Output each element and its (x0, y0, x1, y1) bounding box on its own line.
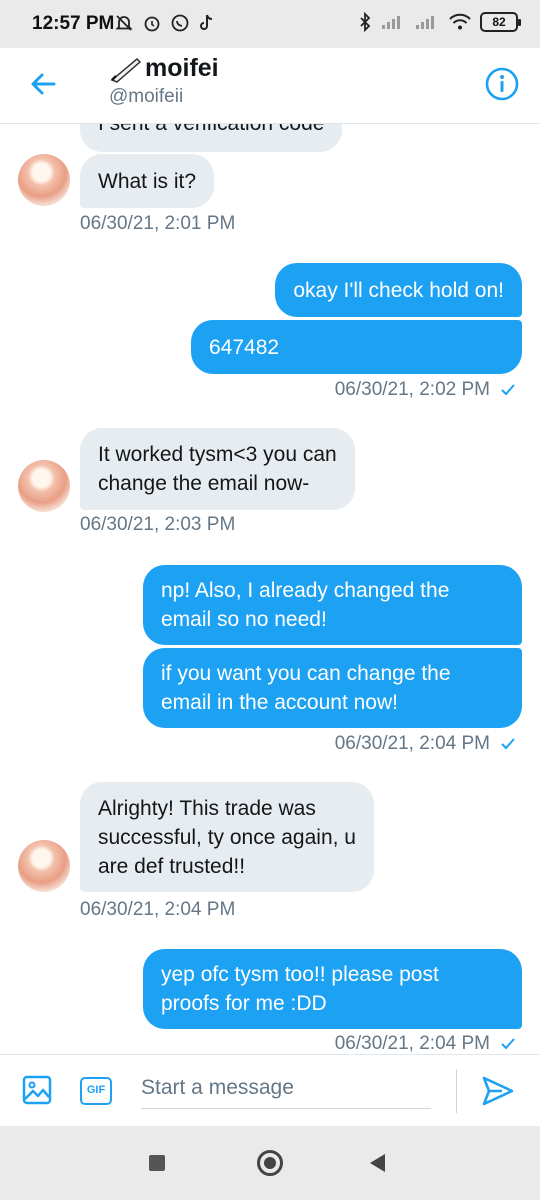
message-timestamp: 06/30/21, 2:01 PM (80, 213, 236, 234)
message-text-line: are def trusted!! (98, 854, 246, 878)
message-text-line: proofs for me :DD (161, 992, 327, 1015)
whatsapp-icon (171, 14, 189, 32)
message-timestamp: 06/30/21, 2:04 PM (335, 733, 516, 755)
avatar[interactable] (18, 840, 70, 892)
read-check-icon (501, 738, 515, 750)
alarm-icon (144, 16, 160, 32)
message-text-line: It worked tysm<3 you can (98, 443, 337, 466)
message-timestamp: 06/30/21, 2:03 PM (80, 514, 236, 535)
message-bubble-outgoing[interactable]: if you want you can change the email in … (143, 648, 522, 728)
message-bubble-outgoing[interactable]: 647482 (191, 320, 522, 374)
signal-icon (382, 16, 400, 29)
message-composer: GIF (0, 1054, 540, 1126)
avatar[interactable] (18, 460, 70, 512)
system-icons: 82 (358, 12, 521, 32)
mute-bell-icon (115, 15, 133, 31)
contact-name[interactable]: moifei (109, 54, 219, 83)
status-bar: 12:57 PM 82 (0, 0, 540, 48)
back-arrow-icon[interactable] (24, 64, 64, 104)
message-text-line: yep ofc tysm too!! please post (161, 963, 439, 986)
send-icon[interactable] (480, 1073, 516, 1109)
message-text-line: successful, ty once again, u (98, 825, 356, 849)
bluetooth-icon (360, 12, 371, 32)
gif-icon[interactable]: GIF (80, 1077, 112, 1105)
message-bubble-incoming[interactable]: What is it? (80, 154, 215, 208)
image-icon[interactable] (22, 1075, 52, 1105)
tiktok-icon (200, 14, 213, 30)
home-button[interactable] (257, 1150, 283, 1176)
read-check-icon (501, 384, 515, 396)
conversation-header: moifei @moifeii (0, 48, 540, 124)
message-timestamp: 06/30/21, 2:04 PM (335, 1033, 516, 1054)
message-text-line: Alrighty! This trade was (98, 796, 316, 820)
avatar[interactable] (18, 154, 70, 206)
message-bubble-incoming[interactable]: I sent a verification code (80, 124, 343, 152)
contact-name-text: moifei (145, 54, 219, 82)
message-text-line: email so no need! (161, 608, 327, 631)
message-bubble-outgoing[interactable]: np! Also, I already changed the email so… (143, 565, 522, 645)
message-bubble-outgoing[interactable]: yep ofc tysm too!! please post proofs fo… (143, 949, 522, 1029)
info-icon[interactable] (484, 66, 520, 102)
signal-icon-2 (416, 16, 434, 29)
back-button[interactable] (370, 1154, 385, 1172)
message-timestamp: 06/30/21, 2:04 PM (80, 899, 236, 920)
message-text-line: email in the account now! (161, 691, 398, 714)
timestamp-text: 06/30/21, 2:04 PM (334, 733, 490, 754)
message-bubble-outgoing[interactable]: okay I'll check hold on! (275, 263, 522, 317)
timestamp-text: 06/30/21, 2:02 PM (334, 379, 490, 400)
message-text: What is it? (98, 169, 197, 193)
message-timestamp: 06/30/21, 2:02 PM (335, 379, 516, 401)
message-text: 647482 (209, 335, 280, 359)
timestamp-text: 06/30/21, 2:04 PM (334, 1033, 490, 1054)
quill-pen-icon (110, 57, 142, 83)
read-check-icon (501, 1038, 515, 1050)
message-text-line: change the email now- (98, 472, 310, 495)
notification-icons (114, 13, 216, 33)
message-bubble-incoming[interactable]: Alrighty! This trade was successful, ty … (80, 782, 374, 892)
wifi-icon (449, 13, 471, 30)
system-nav-bar (0, 1126, 540, 1200)
contact-handle: @moifeii (109, 86, 184, 107)
battery-indicator: 82 (480, 12, 521, 32)
message-text-line: if you want you can change the (161, 662, 451, 685)
message-bubble-incoming[interactable]: It worked tysm<3 you can change the emai… (80, 428, 355, 510)
composer-divider (456, 1069, 457, 1113)
message-text: okay I'll check hold on! (293, 278, 504, 302)
message-text: I sent a verification code (98, 124, 324, 138)
recents-button[interactable] (149, 1155, 165, 1171)
message-text-line: np! Also, I already changed the (161, 579, 450, 602)
message-input[interactable] (141, 1067, 431, 1109)
status-time: 12:57 PM (32, 13, 115, 34)
message-thread[interactable]: I sent a verification code What is it? 0… (0, 124, 540, 1054)
